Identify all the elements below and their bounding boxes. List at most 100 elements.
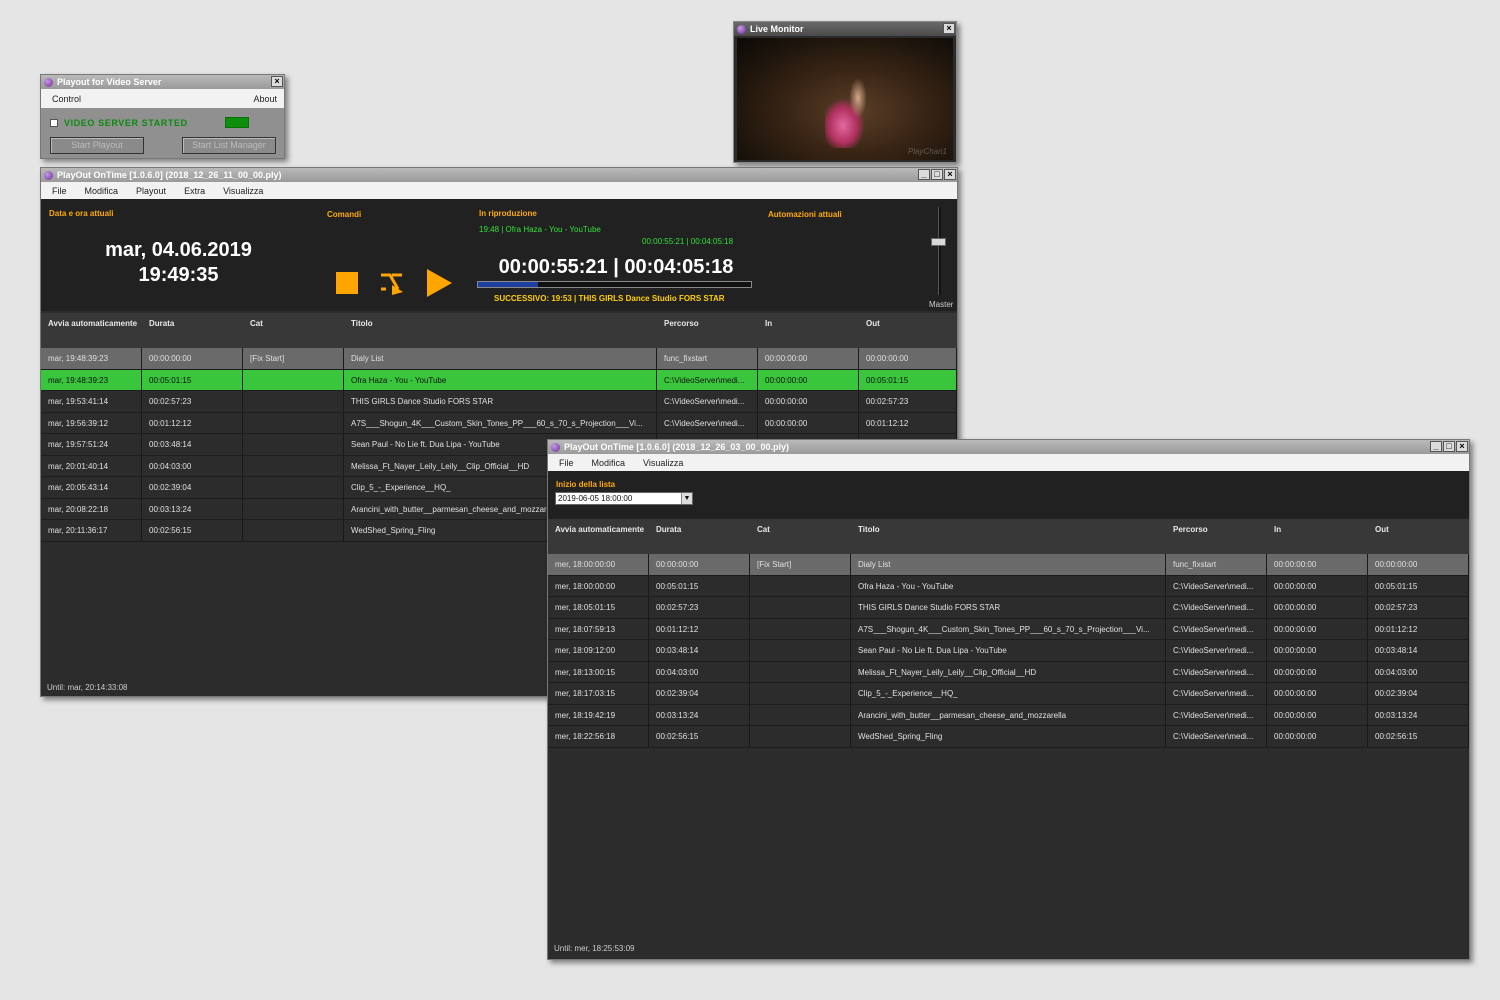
table-row[interactable]: mer, 18:00:00:00 00:05:01:15 Ofra Haza - Y… bbox=[548, 575, 1469, 597]
column-header-path[interactable]: Percorso bbox=[657, 313, 758, 348]
cell-start-time: mer, 18:17:03:15 bbox=[548, 683, 649, 704]
control-window-titlebar[interactable]: Playout for Video Server × bbox=[41, 75, 284, 89]
cell-duration: 00:04:03:00 bbox=[649, 661, 750, 682]
menu-modifica[interactable]: Modifica bbox=[74, 186, 126, 196]
table-row[interactable]: mar, 19:48:39:23 00:00:00:00 [Fix Start] Di… bbox=[41, 348, 957, 370]
column-header-path[interactable]: Percorso bbox=[1166, 519, 1267, 554]
column-header-title[interactable]: Titolo bbox=[344, 313, 657, 348]
table-row[interactable]: mar, 19:53:41:14 00:02:57:23 THIS GIRLS Da… bbox=[41, 391, 957, 413]
menu-about[interactable]: About bbox=[242, 94, 284, 104]
next-button[interactable] bbox=[378, 269, 406, 297]
cell-path: C:\VideoServer\medi... bbox=[1166, 640, 1267, 661]
cell-duration: 00:03:48:14 bbox=[649, 640, 750, 661]
now-playing-label: In riproduzione bbox=[479, 209, 537, 218]
cell-category bbox=[243, 391, 344, 412]
column-header-title[interactable]: Titolo bbox=[851, 519, 1166, 554]
cell-title: Ofra Haza - You - YouTube bbox=[851, 575, 1166, 596]
table-row[interactable]: mer, 18:19:42:19 00:03:13:24 Arancini_with… bbox=[548, 704, 1469, 726]
menu-file[interactable]: File bbox=[548, 458, 581, 468]
play-button[interactable] bbox=[425, 267, 453, 299]
close-icon[interactable]: × bbox=[943, 23, 955, 34]
start-playout-button[interactable]: Start Playout bbox=[50, 137, 144, 154]
table-row[interactable]: mar, 19:56:39:12 00:01:12:12 A7S___Shogun_… bbox=[41, 412, 957, 434]
column-header-out[interactable]: Out bbox=[859, 313, 957, 348]
progress-bar bbox=[477, 281, 752, 288]
list-playlist-table: Avvia automaticamente Durata Cat Titolo Perc… bbox=[548, 519, 1469, 748]
column-header-out[interactable]: Out bbox=[1368, 519, 1469, 554]
minimize-icon[interactable]: _ bbox=[1430, 441, 1442, 452]
menu-modifica[interactable]: Modifica bbox=[581, 458, 633, 468]
control-window-title: Playout for Video Server bbox=[57, 77, 162, 87]
table-row[interactable]: mer, 18:05:01:15 00:02:57:23 THIS GIRLS Da… bbox=[548, 597, 1469, 619]
minimize-icon[interactable]: _ bbox=[918, 169, 930, 180]
column-header-start-time[interactable]: Avvia automaticamente bbox=[41, 313, 142, 348]
cell-category bbox=[243, 412, 344, 433]
table-row[interactable]: mar, 19:48:39:23 00:05:01:15 Ofra Haza - Y… bbox=[41, 369, 957, 391]
cell-duration: 00:05:01:15 bbox=[649, 575, 750, 596]
live-monitor-titlebar[interactable]: Live Monitor × bbox=[734, 22, 956, 36]
chevron-down-icon[interactable]: ▼ bbox=[681, 493, 692, 504]
cell-category bbox=[750, 618, 851, 639]
table-row[interactable]: mer, 18:09:12:00 00:03:48:14 Sean Paul - N… bbox=[548, 640, 1469, 662]
column-header-duration[interactable]: Durata bbox=[649, 519, 750, 554]
stop-button[interactable] bbox=[336, 272, 358, 294]
main-menubar: File Modifica Playout Extra Visualizza bbox=[41, 182, 957, 199]
maximize-icon[interactable]: □ bbox=[1443, 441, 1455, 452]
table-row[interactable]: mer, 18:22:56:18 00:02:56:15 WedShed_Sprin… bbox=[548, 726, 1469, 748]
cell-out: 00:02:39:04 bbox=[1368, 683, 1469, 704]
cell-in: 00:00:00:00 bbox=[1267, 618, 1368, 639]
cell-start-time: mar, 20:11:36:17 bbox=[41, 520, 142, 541]
server-checkbox[interactable] bbox=[50, 118, 58, 127]
menu-control[interactable]: Control bbox=[41, 94, 88, 104]
cell-duration: 00:02:57:23 bbox=[142, 391, 243, 412]
maximize-icon[interactable]: □ bbox=[931, 169, 943, 180]
menu-visualizza[interactable]: Visualizza bbox=[212, 186, 270, 196]
main-titlebar[interactable]: PlayOut OnTime [1.0.6.0] (2018_12_26_11_… bbox=[41, 168, 957, 182]
cell-in: 00:00:00:00 bbox=[1267, 554, 1368, 575]
menu-visualizza[interactable]: Visualizza bbox=[632, 458, 690, 468]
list-start-select[interactable]: 2019-06-05 18:00:00 ▼ bbox=[555, 492, 693, 505]
cell-title: A7S___Shogun_4K___Custom_Skin_Tones_PP__… bbox=[851, 618, 1166, 639]
cell-start-time: mar, 20:01:40:14 bbox=[41, 455, 142, 476]
dancer-arm-image bbox=[849, 78, 867, 118]
column-header-start-time[interactable]: Avvia automaticamente bbox=[548, 519, 649, 554]
column-header-category[interactable]: Cat bbox=[750, 519, 851, 554]
cell-start-time: mer, 18:00:00:00 bbox=[548, 554, 649, 575]
table-row[interactable]: mer, 18:13:00:15 00:04:03:00 Melissa_Ft_Na… bbox=[548, 661, 1469, 683]
column-header-in[interactable]: In bbox=[1267, 519, 1368, 554]
table-row[interactable]: mer, 18:07:59:13 00:01:12:12 A7S___Shogun_… bbox=[548, 618, 1469, 640]
table-row[interactable]: mer, 18:17:03:15 00:02:39:04 Clip_5_-_Expe… bbox=[548, 683, 1469, 705]
master-fader-knob[interactable] bbox=[931, 238, 946, 246]
cell-start-time: mar, 19:56:39:12 bbox=[41, 412, 142, 433]
playout-video-server-window: Playout for Video Server × Control About… bbox=[40, 74, 285, 159]
table-row[interactable]: mer, 18:00:00:00 00:00:00:00 [Fix Start] Di… bbox=[548, 554, 1469, 576]
column-header-in[interactable]: In bbox=[758, 313, 859, 348]
cell-in: 00:00:00:00 bbox=[758, 369, 859, 390]
video-watermark: PlayChan1 bbox=[907, 147, 947, 156]
cell-path: C:\VideoServer\medi... bbox=[1166, 704, 1267, 725]
menu-playout[interactable]: Playout bbox=[125, 186, 173, 196]
table-body: mer, 18:00:00:00 00:00:00:00 [Fix Start] Di… bbox=[548, 554, 1469, 748]
menu-file[interactable]: File bbox=[41, 186, 74, 196]
app-icon bbox=[551, 442, 560, 452]
cell-duration: 00:01:12:12 bbox=[142, 412, 243, 433]
cell-duration: 00:02:56:15 bbox=[142, 520, 243, 541]
column-header-category[interactable]: Cat bbox=[243, 313, 344, 348]
cell-category bbox=[243, 434, 344, 455]
list-start-label: Inizio della lista bbox=[556, 480, 616, 489]
cell-start-time: mer, 18:07:59:13 bbox=[548, 618, 649, 639]
close-icon[interactable]: × bbox=[1456, 441, 1468, 452]
list-titlebar[interactable]: PlayOut OnTime [1.0.6.0] (2018_12_26_03_… bbox=[548, 440, 1469, 454]
main-window-title: PlayOut OnTime [1.0.6.0] (2018_12_26_11_… bbox=[57, 170, 282, 180]
column-header-duration[interactable]: Durata bbox=[142, 313, 243, 348]
menu-extra[interactable]: Extra bbox=[173, 186, 212, 196]
start-list-manager-button[interactable]: Start List Manager bbox=[182, 137, 276, 154]
app-icon bbox=[737, 24, 746, 34]
close-icon[interactable]: × bbox=[271, 76, 283, 87]
cell-title: Sean Paul - No Lie ft. Dua Lipa - YouTub… bbox=[851, 640, 1166, 661]
next-item: SUCCESSIVO: 19:53 | THIS GIRLS Dance Stu… bbox=[494, 294, 725, 303]
master-fader-track[interactable] bbox=[938, 207, 941, 295]
current-date: mar, 04.06.2019 bbox=[105, 239, 252, 261]
close-icon[interactable]: × bbox=[944, 169, 956, 180]
cell-start-time: mar, 19:53:41:14 bbox=[41, 391, 142, 412]
